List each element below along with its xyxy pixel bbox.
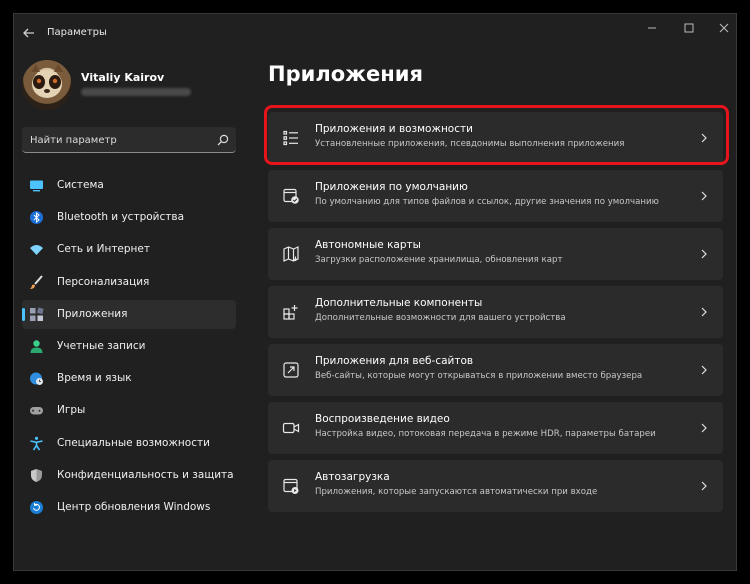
maximize-icon <box>684 23 694 33</box>
brush-icon <box>30 274 43 289</box>
search-icon[interactable] <box>216 133 230 147</box>
sidebar-item-windows-update[interactable]: Центр обновления Windows <box>22 493 236 522</box>
sidebar-item-label: Учетные записи <box>57 339 146 352</box>
sidebar-item-label: Персонализация <box>57 275 150 288</box>
sidebar-item-label: Сеть и Интернет <box>57 243 150 256</box>
apps-icon <box>30 307 44 321</box>
sidebar-item-network[interactable]: Сеть и Интернет <box>22 235 236 264</box>
card-description: Дополнительные возможности для вашего ус… <box>315 313 566 323</box>
avatar[interactable] <box>22 60 72 110</box>
bluetooth-icon <box>30 211 43 225</box>
card-video-playback[interactable]: Воспроизведение видео Настройка видео, п… <box>268 402 723 454</box>
sidebar-item-gaming[interactable]: Игры <box>22 396 236 425</box>
sidebar-item-label: Система <box>57 179 104 191</box>
wifi-icon <box>30 245 43 256</box>
sidebar-item-system[interactable]: Система <box>22 171 236 200</box>
default-apps-icon <box>283 188 299 204</box>
chevron-right-icon <box>701 249 707 259</box>
card-description: Приложения, которые запускаются автомати… <box>315 487 598 497</box>
app-title: Параметры <box>47 27 107 38</box>
monitor-icon <box>30 180 43 192</box>
card-description: Веб-сайты, которые могут открываться в п… <box>315 371 643 381</box>
sidebar-item-label: Игры <box>57 404 86 417</box>
sidebar-item-bluetooth[interactable]: Bluetooth и устройства <box>22 203 236 232</box>
chevron-right-icon <box>701 191 707 201</box>
startup-icon <box>283 478 299 494</box>
card-description: Настройка видео, потоковая передача в ре… <box>315 429 656 439</box>
card-default-apps[interactable]: Приложения по умолчанию По умолчанию для… <box>268 170 723 222</box>
open-link-icon <box>283 362 299 378</box>
shield-icon <box>31 468 42 482</box>
back-button[interactable] <box>20 24 38 42</box>
card-offline-maps[interactable]: Автономные карты Загрузки расположение х… <box>268 228 723 280</box>
chevron-right-icon <box>701 307 707 317</box>
sidebar-item-time-language[interactable]: Время и язык <box>22 364 236 393</box>
card-title: Приложения для веб-сайтов <box>315 355 474 367</box>
sidebar-item-privacy[interactable]: Конфиденциальность и защита <box>22 461 236 490</box>
card-optional-features[interactable]: Дополнительные компоненты Дополнительные… <box>268 286 723 338</box>
sidebar-item-accessibility[interactable]: Специальные возможности <box>22 429 236 458</box>
sidebar-item-label: Конфиденциальность и защита <box>57 468 234 481</box>
video-icon <box>282 422 300 434</box>
sidebar-item-accounts[interactable]: Учетные записи <box>22 332 236 361</box>
arrow-left-icon <box>23 28 34 38</box>
card-title: Воспроизведение видео <box>315 413 450 425</box>
map-icon <box>283 246 299 262</box>
avatar-image <box>31 64 63 98</box>
card-title: Автономные карты <box>315 239 421 251</box>
card-title: Приложения по умолчанию <box>315 181 468 193</box>
title-bar: Параметры <box>14 14 736 52</box>
minimize-icon <box>648 27 656 29</box>
globe-clock-icon <box>30 372 43 386</box>
sidebar-item-apps[interactable]: Приложения <box>22 299 236 329</box>
close-button[interactable] <box>713 20 735 36</box>
chevron-right-icon <box>701 365 707 375</box>
maximize-button[interactable] <box>678 20 700 36</box>
settings-window: Параметры Vitaliy Kairov Найти параметр … <box>13 13 737 571</box>
sidebar-item-personalization[interactable]: Персонализация <box>22 268 236 297</box>
card-description: Загрузки расположение хранилища, обновле… <box>315 255 563 265</box>
sidebar-item-label: Центр обновления Windows <box>57 500 211 513</box>
update-icon <box>30 500 43 514</box>
add-grid-icon <box>283 305 298 320</box>
sidebar-item-label: Приложения <box>57 307 128 320</box>
sidebar-item-label: Bluetooth и устройства <box>57 211 184 224</box>
page-title: Приложения <box>268 62 423 86</box>
card-startup[interactable]: Автозагрузка Приложения, которые запуска… <box>268 460 723 512</box>
card-description: По умолчанию для типов файлов и ссылок, … <box>315 197 659 207</box>
close-icon <box>719 23 729 33</box>
card-title: Дополнительные компоненты <box>315 297 483 309</box>
sidebar-item-label: Время и язык <box>57 372 132 385</box>
user-email-blurred <box>81 88 191 96</box>
chevron-right-icon <box>701 481 707 491</box>
user-name: Vitaliy Kairov <box>81 71 165 84</box>
accessibility-icon <box>30 436 43 450</box>
sidebar-item-label: Специальные возможности <box>57 436 210 449</box>
person-icon <box>30 340 43 353</box>
chevron-right-icon <box>701 423 707 433</box>
card-apps-for-websites[interactable]: Приложения для веб-сайтов Веб-сайты, кот… <box>268 344 723 396</box>
card-title: Автозагрузка <box>315 471 390 483</box>
highlight-annotation <box>264 105 729 165</box>
sidebar-nav: Система Bluetooth и устройства Сеть и Ин… <box>22 171 236 525</box>
gamepad-icon <box>30 407 43 415</box>
search-input[interactable] <box>30 133 200 147</box>
minimize-button[interactable] <box>641 20 663 36</box>
search-box[interactable] <box>22 127 236 153</box>
